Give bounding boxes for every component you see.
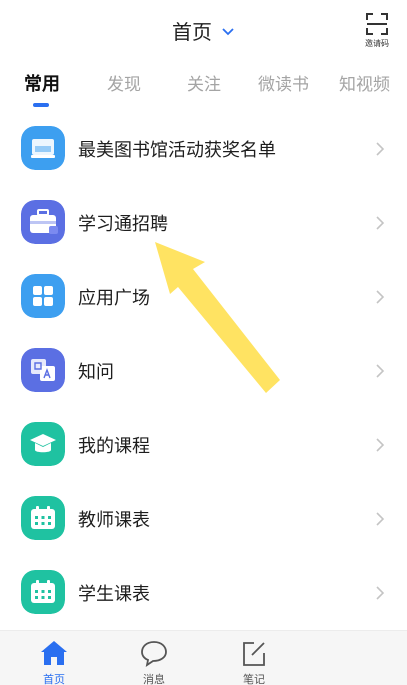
chevron-right-icon	[376, 364, 385, 378]
tab-notes-label: 笔记	[243, 673, 265, 685]
list-item-label: 我的课程	[78, 436, 150, 457]
qa-icon	[21, 348, 65, 392]
list-item-label: 教师课表	[78, 510, 150, 531]
list-item-student-timetable[interactable]: 学生课表	[0, 556, 407, 629]
list-item-app-square[interactable]: 应用广场	[0, 260, 407, 333]
active-tab-indicator	[33, 103, 49, 107]
note-edit-icon	[243, 642, 265, 666]
tab-notes[interactable]: 笔记	[224, 637, 284, 685]
library-award-icon	[21, 126, 65, 170]
tab-microread[interactable]: 微读书	[258, 70, 309, 95]
scan-label: 邀请码	[365, 39, 389, 48]
chat-bubble-icon	[141, 641, 167, 667]
list-item-label: 学生课表	[78, 584, 150, 605]
list-item-teacher-timetable[interactable]: 教师课表	[0, 482, 407, 555]
tab-follow[interactable]: 关注	[187, 70, 221, 95]
list-item-recruitment[interactable]: 学习通招聘	[0, 186, 407, 259]
chevron-right-icon	[376, 216, 385, 230]
chevron-right-icon	[376, 290, 385, 304]
calendar-icon	[21, 496, 65, 540]
list-item-my-courses[interactable]: 我的课程	[0, 408, 407, 481]
briefcase-icon	[21, 200, 65, 244]
chevron-right-icon	[376, 142, 385, 156]
tab-bar: 常用 发现 关注 微读书 知视频	[0, 62, 407, 112]
list-item-library-award[interactable]: 最美图书馆活动获奖名单	[0, 112, 407, 185]
list-item-label: 学习通招聘	[78, 214, 168, 235]
chevron-right-icon	[376, 586, 385, 600]
tab-home-label: 首页	[43, 673, 65, 685]
home-icon	[41, 641, 67, 665]
tab-video[interactable]: 知视频	[339, 70, 390, 95]
bottom-tab-bar: 首页 消息 笔记	[0, 630, 407, 685]
chevron-right-icon	[376, 512, 385, 526]
title-dropdown[interactable]: 首页	[0, 16, 407, 45]
tab-discover[interactable]: 发现	[107, 70, 141, 95]
scan-button[interactable]: 邀请码	[362, 10, 392, 50]
tab-common[interactable]: 常用	[24, 70, 60, 96]
tab-home[interactable]: 首页	[24, 637, 84, 685]
chevron-down-icon	[222, 27, 234, 35]
header: 首页 邀请码	[0, 0, 407, 62]
list-item-label: 知问	[78, 362, 114, 383]
scan-icon	[366, 13, 388, 35]
list-item-label: 最美图书馆活动获奖名单	[78, 140, 276, 161]
graduation-cap-icon	[21, 422, 65, 466]
tab-messages-label: 消息	[143, 673, 165, 685]
list-item-qa[interactable]: 知问	[0, 334, 407, 407]
page-title: 首页	[171, 20, 212, 44]
chevron-right-icon	[376, 438, 385, 452]
app-grid-icon	[21, 274, 65, 318]
tab-messages[interactable]: 消息	[124, 637, 184, 685]
calendar-icon	[21, 570, 65, 614]
list-item-label: 应用广场	[78, 288, 150, 309]
